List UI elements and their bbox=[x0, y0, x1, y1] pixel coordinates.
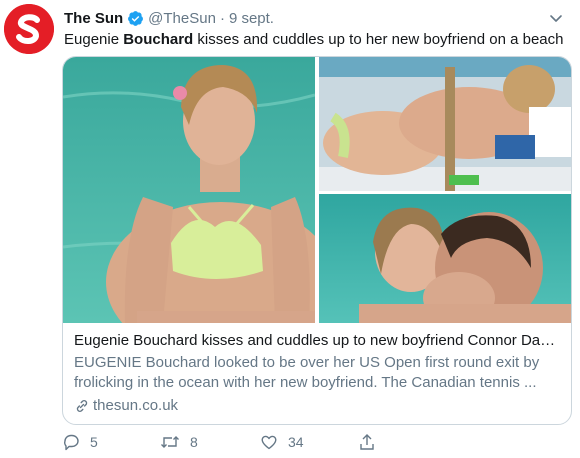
tweet-text-after: kisses and cuddles up to her new boyfrie… bbox=[193, 31, 564, 48]
share-button[interactable] bbox=[358, 433, 386, 451]
heart-icon bbox=[260, 433, 278, 451]
link-icon bbox=[74, 398, 90, 414]
author-name[interactable]: The Sun bbox=[64, 10, 123, 27]
tweet-header: The Sun @TheSun · 9 sept. bbox=[64, 8, 274, 28]
retweet-button[interactable]: 8 bbox=[160, 433, 198, 451]
card-description-line-1: EUGENIE Bouchard looked to be over her U… bbox=[74, 354, 540, 371]
the-sun-logo-icon bbox=[4, 4, 54, 54]
separator-dot: · bbox=[219, 9, 225, 27]
author-avatar[interactable] bbox=[4, 4, 54, 54]
card-description-line-2: frolicking in the ocean with her new boy… bbox=[74, 374, 537, 391]
reply-button[interactable]: 5 bbox=[62, 433, 98, 451]
tweet[interactable]: The Sun @TheSun · 9 sept. Eugenie Boucha… bbox=[0, 0, 580, 458]
retweet-count: 8 bbox=[190, 434, 198, 450]
reply-count: 5 bbox=[90, 434, 98, 450]
author-handle[interactable]: @TheSun bbox=[148, 10, 216, 27]
card-title[interactable]: Eugenie Bouchard kisses and cuddles up t… bbox=[74, 331, 560, 351]
tweet-actions: 5 8 34 bbox=[62, 433, 382, 453]
card-photo-kiss bbox=[319, 194, 571, 323]
verified-badge-icon bbox=[127, 10, 144, 27]
link-card[interactable]: Eugenie Bouchard kisses and cuddles up t… bbox=[62, 56, 572, 425]
tweet-text-before: Eugenie bbox=[64, 31, 124, 48]
retweet-icon bbox=[160, 433, 180, 451]
like-button[interactable]: 34 bbox=[260, 433, 304, 451]
reply-icon bbox=[62, 433, 80, 451]
card-domain-text: thesun.co.uk bbox=[93, 397, 179, 414]
chevron-down-icon[interactable] bbox=[548, 10, 564, 26]
card-photo-main bbox=[63, 57, 315, 323]
share-icon bbox=[358, 433, 376, 451]
tweet-text: Eugenie Bouchard kisses and cuddles up t… bbox=[64, 30, 563, 50]
card-photo-beach bbox=[319, 57, 571, 191]
tweet-timestamp[interactable]: 9 sept. bbox=[229, 10, 274, 27]
tweet-text-bold: Bouchard bbox=[123, 31, 194, 48]
card-domain[interactable]: thesun.co.uk bbox=[74, 396, 178, 416]
like-count: 34 bbox=[288, 434, 304, 450]
